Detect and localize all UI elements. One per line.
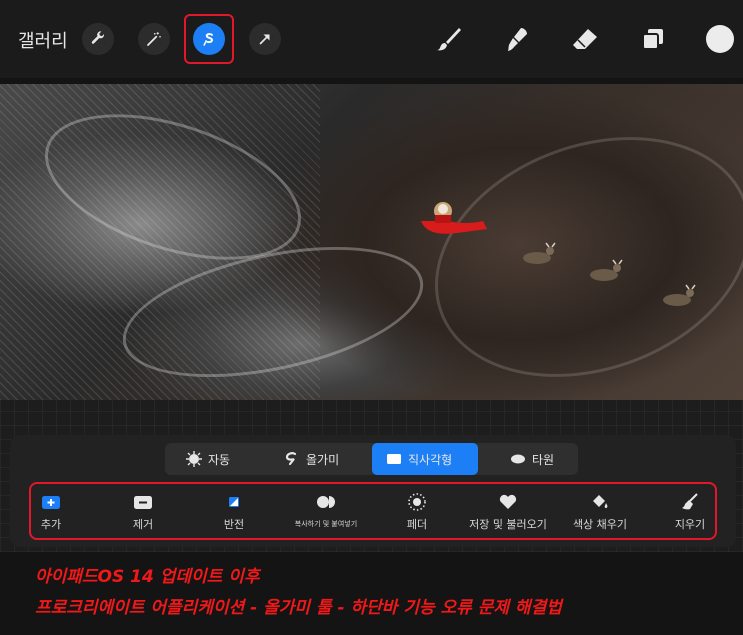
invert-icon [229,497,239,507]
clear-button[interactable]: 지우기 [645,492,735,532]
auto-select-icon [186,451,202,467]
eraser-icon [573,29,597,49]
plus-icon [42,496,60,509]
save-load-button[interactable]: 저장 및 불러오기 [463,492,553,532]
caption-line-2: 프로크리에이트 어플리케이션 - 올가미 툴 - 하단바 기능 오류 문제 해결… [35,598,562,618]
rectangle-icon [387,454,401,464]
ellipse-icon [511,454,525,464]
feather-button[interactable]: 페더 [372,492,462,532]
heart-icon [499,494,517,509]
clear-broom-icon [682,493,698,510]
reindeer-image [590,259,623,281]
mode-label: 직사각형 [408,452,453,467]
drawing-canvas[interactable] [0,84,743,400]
minus-icon [134,496,152,509]
actions-wrench-button[interactable] [82,23,114,55]
caption-line-1: 아이패드OS 14 업데이트 이후 [35,567,260,587]
eraser-button[interactable] [568,22,602,56]
smudge-button[interactable] [500,22,534,56]
layers-button[interactable] [636,22,670,56]
santa-sleigh-image [421,202,487,234]
feather-icon [408,493,426,511]
selection-tool-highlight [184,14,234,64]
add-label: 추가 [40,518,62,531]
mode-rectangle[interactable]: 직사각형 [372,443,478,475]
save-load-label: 저장 및 불러오기 [469,518,547,531]
smudge-icon [508,28,527,51]
brush-icon [437,28,461,51]
invert-label: 반전 [223,518,245,531]
mode-label: 자동 [208,452,231,467]
clear-label: 지우기 [674,518,706,531]
layers-icon [642,29,663,50]
wrench-icon [91,31,105,44]
mode-label: 타원 [532,452,555,467]
lasso-icon [285,452,297,466]
add-button[interactable]: 추가 [6,492,96,532]
color-picker-button[interactable] [706,25,734,53]
transform-arrow-icon [259,34,270,45]
reindeer-image [663,284,696,306]
color-fill-icon [593,495,608,509]
gallery-button[interactable]: 갤러리 [18,27,68,53]
copy-paste-icon [317,496,335,508]
color-fill-button[interactable]: 색상 채우기 [555,492,645,532]
reindeer-image [523,242,556,264]
copy-paste-button[interactable]: 복사하기 및 붙여넣기 [281,492,371,529]
fabric-swirl [401,95,743,400]
remove-label: 제거 [132,518,154,531]
copy-paste-label: 복사하기 및 붙여넣기 [294,520,358,528]
remove-button[interactable]: 제거 [98,492,188,532]
mode-ellipse[interactable]: 타원 [510,443,554,475]
transform-button[interactable] [249,23,281,55]
adjustments-wand-button[interactable] [138,23,170,55]
mode-label: 올가미 [306,452,340,467]
brush-button[interactable] [432,22,466,56]
magic-wand-icon [147,32,161,46]
feather-label: 페더 [406,518,428,531]
top-toolbar: 갤러리 [0,0,743,78]
mode-automatic[interactable]: 자동 [186,443,230,475]
color-fill-label: 색상 채우기 [572,518,628,531]
invert-button[interactable]: 반전 [189,492,279,532]
mode-lasso[interactable]: 올가미 [284,443,339,475]
